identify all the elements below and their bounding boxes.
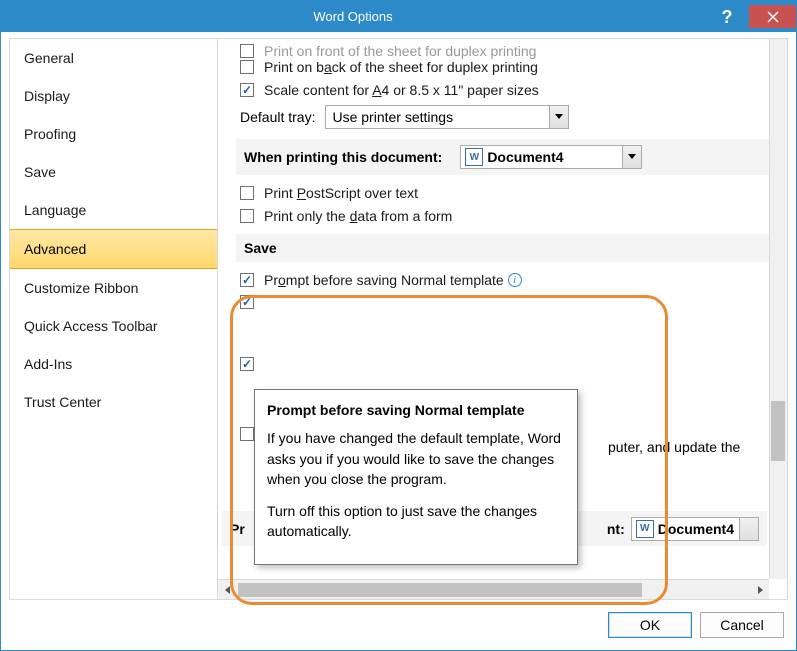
checkbox[interactable] bbox=[240, 83, 254, 97]
checkbox[interactable] bbox=[240, 427, 254, 441]
vertical-scrollbar[interactable] bbox=[769, 39, 787, 579]
word-document-icon: W bbox=[636, 520, 654, 538]
sidebar-item-trust-center[interactable]: Trust Center bbox=[10, 383, 217, 421]
help-button[interactable]: ? bbox=[705, 5, 749, 28]
sidebar-item-language[interactable]: Language bbox=[10, 191, 217, 229]
checkbox[interactable] bbox=[240, 44, 254, 58]
section-label: Save bbox=[244, 240, 277, 256]
info-icon[interactable]: i bbox=[508, 273, 522, 287]
checkbox[interactable] bbox=[240, 295, 254, 309]
option-print-front: Print on front of the sheet for duplex p… bbox=[236, 43, 769, 59]
option-label: Print PostScript over text bbox=[264, 185, 418, 201]
option-hidden-behind-tooltip-2 bbox=[236, 357, 769, 371]
scroll-arrow-left[interactable] bbox=[218, 580, 236, 599]
sidebar-item-quick-access-toolbar[interactable]: Quick Access Toolbar bbox=[10, 307, 217, 345]
option-data-only: Print only the data from a form bbox=[236, 208, 769, 224]
word-options-window: Word Options ? General Display Proofing … bbox=[0, 0, 797, 651]
dropdown-value: Use printer settings bbox=[332, 109, 453, 125]
option-hidden-behind-tooltip-1 bbox=[236, 295, 769, 309]
chevron-down-icon bbox=[628, 154, 636, 159]
option-label: Prompt before saving Normal template bbox=[264, 272, 504, 288]
document-selector-2[interactable]: W Document4 bbox=[631, 517, 759, 541]
scrollbar-thumb[interactable] bbox=[238, 583, 642, 597]
clipped-text: puter, and update the bbox=[608, 439, 740, 455]
option-label: Print on front of the sheet for duplex p… bbox=[264, 43, 536, 59]
cancel-button[interactable]: Cancel bbox=[700, 612, 784, 638]
tooltip-title: Prompt before saving Normal template bbox=[267, 400, 565, 420]
section-save: Save bbox=[236, 234, 769, 262]
sidebar-item-save[interactable]: Save bbox=[10, 153, 217, 191]
checkbox[interactable] bbox=[240, 357, 254, 371]
option-label: Print on back of the sheet for duplex pr… bbox=[264, 59, 538, 75]
checkbox[interactable] bbox=[240, 60, 254, 74]
sidebar-item-proofing[interactable]: Proofing bbox=[10, 115, 217, 153]
tooltip-paragraph: Turn off this option to just save the ch… bbox=[267, 501, 565, 542]
option-prompt-normal-template: Prompt before saving Normal template i bbox=[236, 272, 769, 288]
scroll-arrow-right[interactable] bbox=[751, 580, 769, 599]
tooltip-body: If you have changed the default template… bbox=[267, 428, 565, 541]
sidebar-item-add-ins[interactable]: Add-Ins bbox=[10, 345, 217, 383]
sidebar-item-general[interactable]: General bbox=[10, 39, 217, 77]
titlebar: Word Options ? bbox=[1, 1, 796, 32]
chevron-down-icon bbox=[555, 114, 563, 119]
ok-button[interactable]: OK bbox=[608, 612, 692, 638]
checkbox[interactable] bbox=[240, 186, 254, 200]
scrollbar-thumb[interactable] bbox=[771, 401, 785, 461]
word-document-icon: W bbox=[465, 148, 483, 166]
checkbox[interactable] bbox=[240, 209, 254, 223]
sidebar: General Display Proofing Save Language A… bbox=[9, 38, 218, 600]
tray-label: Default tray: bbox=[240, 109, 315, 125]
dropdown-value: Document4 bbox=[487, 149, 563, 165]
section-when-printing: When printing this document: W Document4 bbox=[236, 139, 769, 175]
section-label-suffix: nt: bbox=[607, 521, 625, 537]
section-label-prefix: Pr bbox=[230, 521, 245, 537]
sidebar-item-customize-ribbon[interactable]: Customize Ribbon bbox=[10, 269, 217, 307]
window-title: Word Options bbox=[1, 9, 705, 24]
option-label: Print only the data from a form bbox=[264, 208, 452, 224]
default-tray-row: Default tray: Use printer settings bbox=[240, 105, 769, 129]
tooltip-paragraph: If you have changed the default template… bbox=[267, 428, 565, 489]
option-label: Scale content for A4 or 8.5 x 11" paper … bbox=[264, 82, 539, 98]
document-selector[interactable]: W Document4 bbox=[460, 145, 642, 169]
close-button[interactable] bbox=[749, 5, 796, 28]
section-label: When printing this document: bbox=[244, 149, 442, 165]
option-scale-content: Scale content for A4 or 8.5 x 11" paper … bbox=[236, 82, 769, 98]
option-print-back: Print on back of the sheet for duplex pr… bbox=[236, 59, 769, 75]
tooltip: Prompt before saving Normal template If … bbox=[254, 389, 578, 565]
checkbox[interactable] bbox=[240, 273, 254, 287]
option-postscript: Print PostScript over text bbox=[236, 185, 769, 201]
sidebar-item-display[interactable]: Display bbox=[10, 77, 217, 115]
default-tray-dropdown[interactable]: Use printer settings bbox=[325, 105, 569, 129]
horizontal-scrollbar[interactable] bbox=[218, 579, 769, 599]
sidebar-item-advanced[interactable]: Advanced bbox=[10, 229, 217, 269]
dropdown-value: Document4 bbox=[658, 521, 734, 537]
dialog-buttons: OK Cancel bbox=[608, 612, 784, 638]
close-icon bbox=[767, 11, 779, 23]
